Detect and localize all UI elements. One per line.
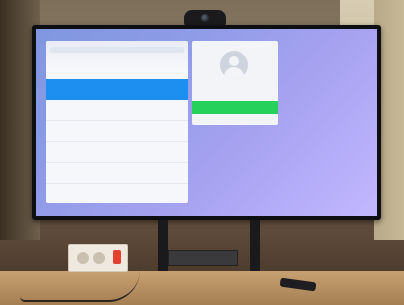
stand-shelf-device bbox=[168, 250, 238, 266]
socket-icon bbox=[93, 252, 105, 264]
call-button[interactable] bbox=[192, 101, 278, 114]
stand-leg-right bbox=[250, 220, 260, 275]
contact-card bbox=[192, 41, 278, 125]
stand-leg-left bbox=[158, 220, 168, 275]
contacts-title bbox=[46, 41, 188, 44]
list-item[interactable] bbox=[46, 100, 188, 121]
user-avatar-icon bbox=[220, 51, 248, 79]
avatar-body bbox=[224, 67, 244, 79]
avatar-head bbox=[229, 56, 239, 66]
camera-lens-icon bbox=[201, 14, 209, 22]
conference-camera bbox=[184, 10, 226, 26]
socket-icon bbox=[77, 252, 89, 264]
list-item[interactable] bbox=[46, 121, 188, 142]
contacts-panel bbox=[46, 41, 188, 203]
list-item[interactable] bbox=[46, 142, 188, 163]
search-input[interactable] bbox=[50, 47, 184, 53]
list-item[interactable] bbox=[46, 79, 188, 100]
tv-screen bbox=[36, 29, 377, 216]
power-switch[interactable] bbox=[113, 250, 121, 264]
cable bbox=[20, 270, 140, 302]
contacts-panel-header bbox=[46, 41, 188, 69]
list-item[interactable] bbox=[46, 163, 188, 184]
tv-display bbox=[32, 25, 381, 220]
tv-stand bbox=[150, 220, 270, 275]
power-strip bbox=[68, 244, 128, 272]
